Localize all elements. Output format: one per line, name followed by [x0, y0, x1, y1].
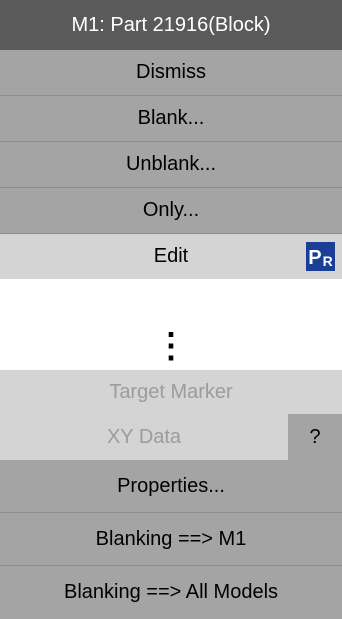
xy-data-label: XY Data [106, 425, 182, 448]
dismiss-menu-item[interactable]: Dismiss [0, 50, 342, 95]
primer-icon[interactable]: PR [306, 242, 335, 271]
unblank-menu-item[interactable]: Unblank... [0, 142, 342, 187]
edit-label: Edit [153, 245, 189, 267]
help-button[interactable]: ? [288, 414, 342, 460]
blanking-all-models-menu-item[interactable]: Blanking ==> All Models [0, 566, 342, 619]
target-marker-menu-item: Target Marker [0, 370, 342, 414]
properties-menu-item[interactable]: Properties... [0, 460, 342, 512]
xy-data-menu-item: XY Data ? [0, 414, 342, 460]
only-menu-item[interactable]: Only... [0, 188, 342, 233]
more-options-icon[interactable]: ⋮ [0, 322, 342, 370]
blank-menu-item[interactable]: Blank... [0, 96, 342, 141]
edit-menu-item[interactable]: Edit PR [0, 234, 342, 279]
menu-title: M1: Part 21916(Block) [0, 0, 342, 50]
blanking-m1-menu-item[interactable]: Blanking ==> M1 [0, 513, 342, 565]
